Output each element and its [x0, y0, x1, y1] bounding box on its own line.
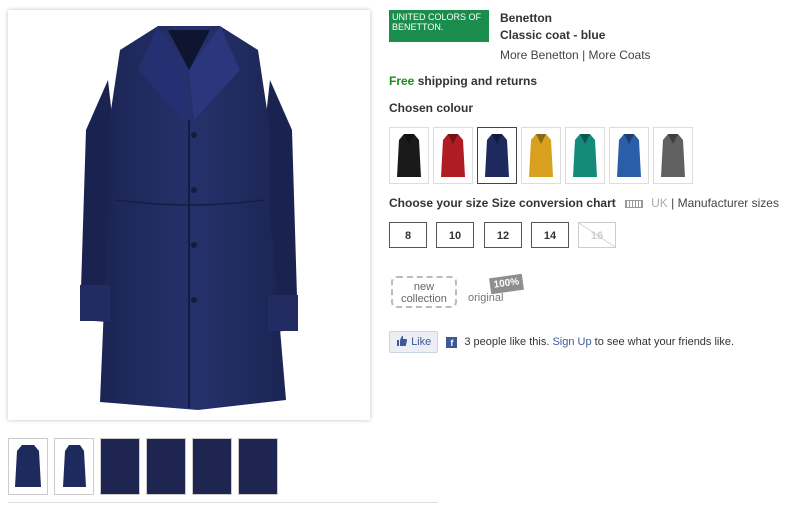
size-option-12[interactable]: 12 [484, 222, 522, 248]
friends-text: to see what your friends like. [594, 335, 735, 348]
coat-swatch-icon [661, 134, 685, 177]
size-header: Choose your size Size conversion chart U… [389, 196, 779, 210]
coat-illustration [80, 26, 298, 410]
ruler-icon [625, 199, 644, 208]
brand-logo[interactable]: UNITED COLORS OF BENETTON. [389, 10, 489, 42]
size-option-16: 16 [578, 222, 616, 248]
thumbnail-side[interactable] [54, 438, 94, 495]
thumbs-up-icon [396, 335, 408, 349]
new-collection-badge: new collection [391, 276, 457, 308]
size-label: Choose your size [389, 196, 489, 210]
colour-swatch[interactable] [653, 127, 693, 184]
original-badge: original [468, 292, 504, 304]
divider [8, 502, 438, 503]
colour-swatch[interactable] [389, 127, 429, 184]
more-category-link[interactable]: More Coats [589, 48, 651, 62]
uk-sizes-toggle[interactable]: UK [651, 196, 668, 210]
shipping-info: Free shipping and returns [389, 74, 537, 88]
size-conversion-link[interactable]: Size conversion chart [492, 196, 616, 210]
thumbnail-detail-4[interactable] [238, 438, 278, 495]
brand-name: Benetton [500, 11, 552, 25]
thumbnail-detail-2[interactable] [146, 438, 186, 495]
separator: | [582, 48, 586, 62]
coat-swatch-icon [397, 134, 421, 177]
coat-swatch-icon [573, 134, 597, 177]
badge-new-line1: new [413, 281, 435, 293]
thumbnail-detail-3[interactable] [192, 438, 232, 495]
shipping-text: shipping and returns [417, 74, 538, 88]
size-option-8[interactable]: 8 [389, 222, 427, 248]
thumbnail-front[interactable] [8, 438, 48, 495]
facebook-like-button[interactable]: Like [389, 331, 439, 353]
manufacturer-sizes-toggle[interactable]: Manufacturer sizes [678, 196, 779, 210]
size-option-14[interactable]: 14 [531, 222, 569, 248]
coat-swatch-icon [617, 134, 641, 177]
colour-label: Chosen colour [389, 101, 474, 115]
thumbnail-detail-1[interactable] [100, 438, 140, 495]
facebook-signup-link[interactable]: Sign Up [552, 336, 591, 348]
coat-swatch-icon [485, 134, 509, 177]
badge-new-line2: collection [401, 293, 447, 305]
product-name: Classic coat - blue [500, 28, 606, 42]
colour-swatch[interactable] [565, 127, 605, 184]
more-links: More Benetton | More Coats [500, 48, 651, 62]
more-brand-link[interactable]: More Benetton [500, 48, 579, 62]
free-label: Free [389, 74, 415, 88]
size-option-10[interactable]: 10 [436, 222, 474, 248]
colour-swatch[interactable] [609, 127, 649, 184]
colour-swatch[interactable] [477, 127, 517, 184]
colour-swatch[interactable] [521, 127, 561, 184]
like-label: Like [411, 335, 432, 348]
like-count-text: 3 people like this. [464, 335, 550, 348]
coat-swatch-icon [529, 134, 553, 177]
facebook-icon: f [446, 336, 458, 348]
main-product-image[interactable] [8, 10, 370, 420]
colour-swatch[interactable] [433, 127, 473, 184]
facebook-like-bar: Like f 3 people like this. Sign Up to se… [389, 331, 734, 353]
coat-swatch-icon [441, 134, 465, 177]
